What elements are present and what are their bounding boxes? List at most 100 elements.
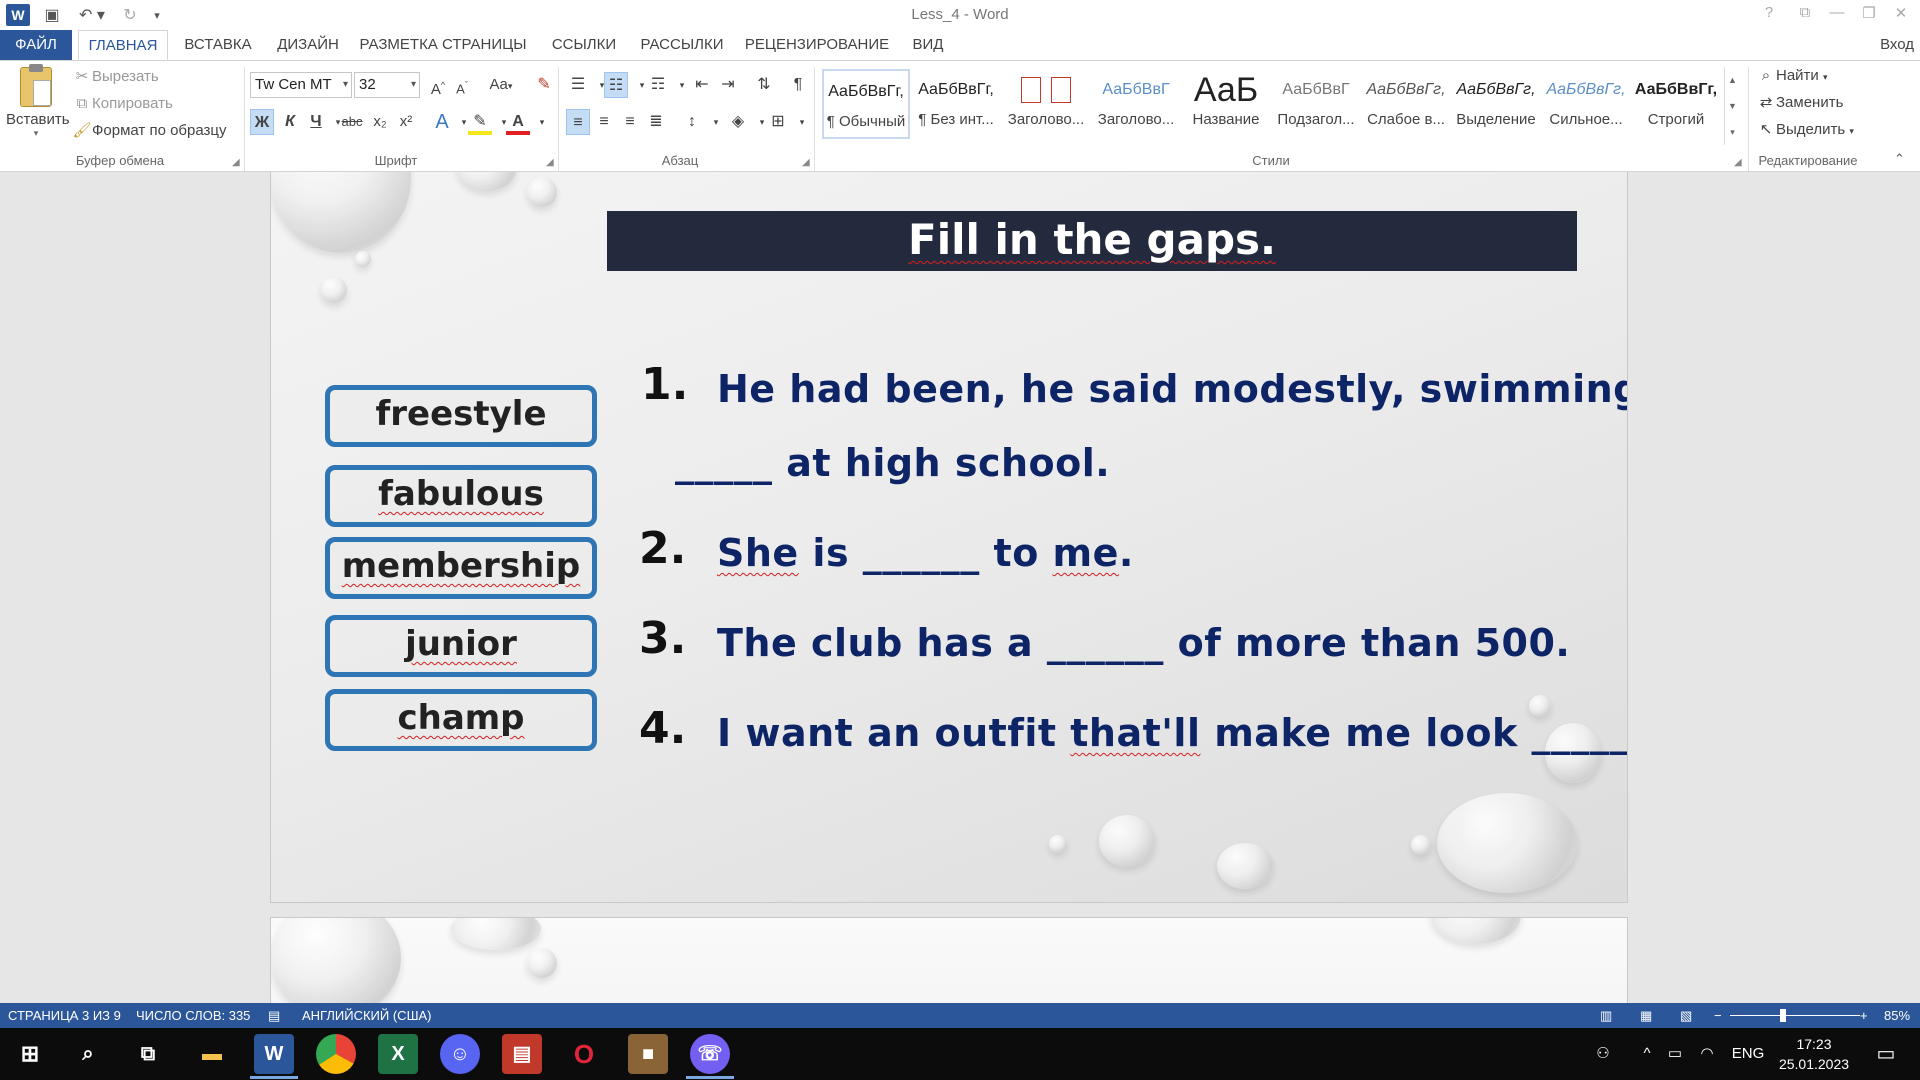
line-spacing-dropdown-icon[interactable]: ▾ xyxy=(704,109,728,135)
language-indicator[interactable]: АНГЛИЙСКИЙ (США) xyxy=(302,1003,431,1028)
shading-icon[interactable]: ◈ xyxy=(726,109,750,135)
tab-mailings[interactable]: РАССЫЛКИ xyxy=(636,30,728,60)
keyboard-language[interactable]: ENG xyxy=(1728,1028,1768,1080)
style-heading-2[interactable]: АаБбВвГ Заголово... xyxy=(1092,69,1180,139)
paragraph-launcher-icon[interactable]: ◢ xyxy=(802,157,810,168)
bold-button[interactable]: Ж xyxy=(250,109,274,135)
chrome-icon[interactable] xyxy=(316,1034,356,1074)
superscript-button[interactable]: x² xyxy=(394,109,418,135)
show-marks-icon[interactable]: ¶ xyxy=(786,72,810,98)
sign-in-link[interactable]: Вход xyxy=(1880,30,1914,60)
zoom-slider-thumb[interactable] xyxy=(1780,1009,1786,1022)
tab-insert[interactable]: ВСТАВКА xyxy=(176,30,260,60)
chevron-down-icon[interactable]: ▼ xyxy=(1725,93,1740,119)
close-icon[interactable]: ✕ xyxy=(1886,4,1916,26)
document-page-next[interactable] xyxy=(270,917,1628,1003)
style-title[interactable]: АаБ Название xyxy=(1182,69,1270,139)
cut-button[interactable]: ✂ Вырезать xyxy=(72,65,159,89)
battery-icon[interactable]: ▭ xyxy=(1662,1028,1688,1080)
chevron-up-icon[interactable]: ^ xyxy=(1636,1028,1658,1080)
style-subtle-emphasis[interactable]: АаБбВвГг, Слабое в... xyxy=(1362,69,1450,139)
font-name-input[interactable]: Tw Cen MT ▾ xyxy=(250,72,352,98)
print-layout-icon[interactable]: ▦ xyxy=(1640,1003,1652,1028)
opera-icon[interactable]: O xyxy=(564,1034,604,1074)
collapse-ribbon-icon[interactable]: ⌃ xyxy=(1894,151,1905,167)
ribbon-display-icon[interactable]: ⧉ xyxy=(1790,4,1820,26)
change-case-button[interactable]: Aa▾ xyxy=(484,72,518,98)
font-size-input[interactable]: 32 ▾ xyxy=(354,72,420,98)
increase-indent-icon[interactable]: ⇥ xyxy=(716,72,740,98)
select-button[interactable]: ↖ Выделить ▾ xyxy=(1756,118,1854,142)
paste-button[interactable]: Вставить ▾ xyxy=(6,64,70,149)
zoom-slider[interactable] xyxy=(1730,1015,1860,1016)
viber-icon[interactable]: ☏ xyxy=(690,1034,730,1074)
style-subtitle[interactable]: АаБбВвГ Подзагол... xyxy=(1272,69,1360,139)
align-right-icon[interactable]: ≡ xyxy=(618,109,642,135)
align-left-icon[interactable]: ≡ xyxy=(566,109,590,135)
font-color-icon[interactable]: A xyxy=(506,109,530,135)
word-count[interactable]: ЧИСЛО СЛОВ: 335 xyxy=(136,1003,250,1028)
styles-scrollbar[interactable]: ▲ ▼ ▾ xyxy=(1724,67,1740,145)
style-normal[interactable]: АаБбВвГг, ¶ Обычный xyxy=(822,69,910,139)
help-icon[interactable]: ? xyxy=(1754,4,1784,26)
multilevel-list-icon[interactable]: ☶ xyxy=(646,72,670,98)
replace-button[interactable]: ⇄ Заменить xyxy=(1756,91,1844,115)
archiver-icon[interactable]: ▤ xyxy=(502,1034,542,1074)
style-heading-1[interactable]: Заголово... xyxy=(1002,69,1090,139)
grow-font-button[interactable]: A^ xyxy=(426,72,450,98)
style-strong[interactable]: АаБбВвГг, Строгий xyxy=(1632,69,1720,139)
chevron-up-icon[interactable]: ▲ xyxy=(1725,67,1740,93)
shrink-font-button[interactable]: Aˇ xyxy=(450,72,474,98)
text-effects-icon[interactable]: A xyxy=(430,109,454,135)
file-explorer-icon[interactable]: ▬ xyxy=(192,1034,232,1074)
styles-launcher-icon[interactable]: ◢ xyxy=(1734,157,1742,168)
restore-icon[interactable]: ❐ xyxy=(1854,4,1884,26)
clock[interactable]: 17:23 25.01.2023 xyxy=(1776,1034,1852,1074)
clipboard-launcher-icon[interactable]: ◢ xyxy=(232,157,240,168)
underline-button[interactable]: Ч xyxy=(304,109,328,135)
task-view-icon[interactable]: ⧉ xyxy=(128,1034,168,1074)
clear-formatting-icon[interactable]: ✎ xyxy=(532,72,556,98)
font-color-dropdown-icon[interactable]: ▾ xyxy=(530,109,554,135)
tab-review[interactable]: РЕЦЕНЗИРОВАНИЕ xyxy=(744,30,890,60)
minimize-icon[interactable]: — xyxy=(1822,4,1852,26)
find-button[interactable]: ⌕ Найти ▾ xyxy=(1756,64,1828,88)
web-layout-icon[interactable]: ▧ xyxy=(1680,1003,1692,1028)
paste-dropdown-icon[interactable]: ▾ xyxy=(6,128,66,139)
subscript-button[interactable]: x₂ xyxy=(368,109,392,135)
tab-home[interactable]: ГЛАВНАЯ xyxy=(78,30,168,60)
borders-icon[interactable]: ⊞ xyxy=(766,109,790,135)
proofing-icon[interactable]: ▤ xyxy=(268,1003,280,1028)
align-center-icon[interactable]: ≡ xyxy=(592,109,616,135)
document-page[interactable]: Fill in the gaps. freestyle fabulous mem… xyxy=(270,172,1628,903)
sort-icon[interactable]: ⇅ xyxy=(752,72,776,98)
tab-view[interactable]: ВИД xyxy=(904,30,952,60)
zoom-in-icon[interactable]: + xyxy=(1860,1003,1868,1028)
justify-icon[interactable]: ≣ xyxy=(644,109,668,135)
tab-page-layout[interactable]: РАЗМЕТКА СТРАНИЦЫ xyxy=(358,30,528,60)
font-launcher-icon[interactable]: ◢ xyxy=(546,157,554,168)
windows-start-icon[interactable]: ⊞ xyxy=(10,1034,50,1074)
style-no-spacing[interactable]: АаБбВвГг, ¶ Без инт... xyxy=(912,69,1000,139)
wifi-icon[interactable]: ◠ xyxy=(1694,1028,1720,1080)
strikethrough-button[interactable]: abc xyxy=(340,109,364,135)
discord-icon[interactable]: ☺ xyxy=(440,1034,480,1074)
tab-design[interactable]: ДИЗАЙН xyxy=(268,30,348,60)
excel-icon[interactable]: X xyxy=(378,1034,418,1074)
people-icon[interactable]: ⚇ xyxy=(1588,1028,1618,1080)
style-intense-emphasis[interactable]: АаБбВвГг, Сильное... xyxy=(1542,69,1630,139)
italic-button[interactable]: К xyxy=(278,109,302,135)
more-styles-icon[interactable]: ▾ xyxy=(1725,119,1740,145)
bullets-icon[interactable]: ☰ xyxy=(566,72,590,98)
format-painter-button[interactable]: 🖌Формат по образцу xyxy=(72,119,226,143)
borders-dropdown-icon[interactable]: ▾ xyxy=(790,109,814,135)
style-emphasis[interactable]: АаБбВвГг, Выделение xyxy=(1452,69,1540,139)
decrease-indent-icon[interactable]: ⇤ xyxy=(690,72,714,98)
zoom-out-icon[interactable]: − xyxy=(1714,1003,1722,1028)
word-taskbar-icon[interactable]: W xyxy=(254,1034,294,1074)
highlight-icon[interactable]: ✎ xyxy=(468,109,492,135)
tab-file[interactable]: ФАЙЛ xyxy=(0,30,72,60)
search-icon[interactable]: ⌕ xyxy=(68,1034,108,1074)
numbering-icon[interactable]: ☷ xyxy=(604,72,628,98)
line-spacing-icon[interactable]: ↕ xyxy=(680,109,704,135)
